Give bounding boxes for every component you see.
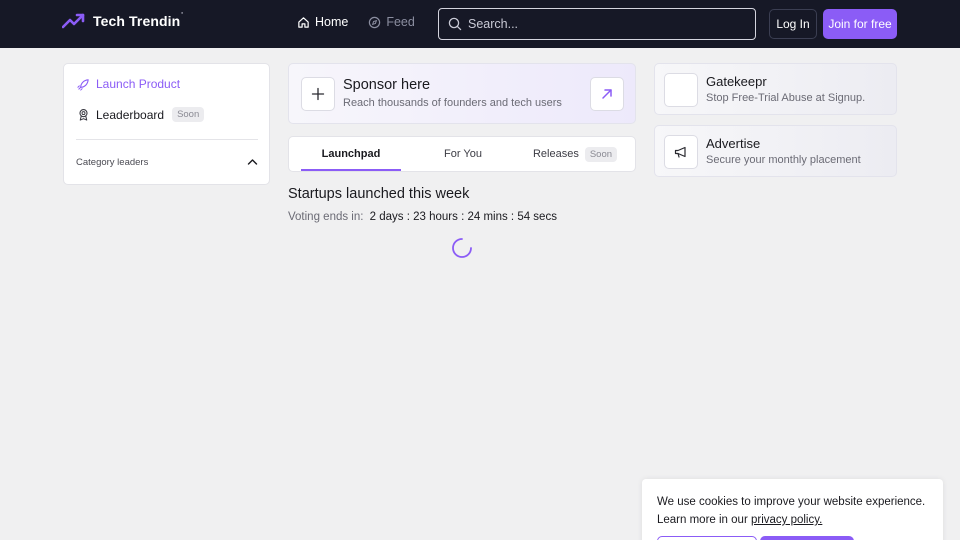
category-leaders-toggle[interactable]: Category leaders — [76, 157, 148, 168]
tab-releases[interactable]: Releases Soon — [525, 137, 625, 171]
cookie-accept-button[interactable] — [760, 536, 854, 540]
advertise-subtitle: Secure your monthly placement — [706, 154, 861, 166]
nav-feed-label: Feed — [386, 15, 415, 29]
voting-timer: 2 days : 23 hours : 24 mins : 54 secs — [369, 211, 557, 223]
gatekeepr-logo — [664, 73, 698, 107]
award-icon — [77, 108, 90, 121]
join-button[interactable]: Join for free — [823, 9, 897, 39]
compass-icon — [368, 16, 381, 29]
chevron-up-icon[interactable] — [247, 158, 258, 166]
tab-releases-label: Releases — [532, 148, 579, 160]
search-box[interactable] — [438, 8, 756, 40]
search-icon — [448, 17, 462, 31]
home-icon — [297, 16, 310, 29]
brand-name: Tech Trendin' — [93, 12, 184, 29]
sidebar-item-launch-product[interactable]: Launch Product — [77, 77, 180, 91]
feed-tabs: Launchpad For You Releases Soon — [288, 136, 636, 172]
cookie-decline-button[interactable] — [657, 536, 757, 540]
cookie-message: We use cookies to improve your website e… — [657, 493, 932, 529]
tab-for-you-label: For You — [444, 148, 482, 160]
sponsor-open-button[interactable] — [590, 77, 624, 111]
section-title: Startups launched this week — [288, 186, 470, 202]
brand-mark: ' — [181, 12, 184, 19]
soon-badge: Soon — [172, 107, 205, 122]
advertise-card[interactable]: Advertise Secure your monthly placement — [654, 125, 897, 177]
sponsor-add-button[interactable] — [301, 77, 335, 111]
cookie-banner: We use cookies to improve your website e… — [642, 479, 943, 540]
sponsor-title: Sponsor here — [343, 77, 431, 93]
nav-home-label: Home — [315, 15, 349, 29]
sponsor-card[interactable]: Sponsor here Reach thousands of founders… — [288, 63, 636, 124]
cookie-line-1: We use cookies to improve your website e… — [657, 496, 926, 508]
privacy-policy-link[interactable]: privacy policy. — [751, 514, 822, 526]
search-input[interactable] — [468, 17, 748, 31]
tab-for-you[interactable]: For You — [413, 137, 513, 171]
sidebar-item-launch-label: Launch Product — [96, 77, 181, 91]
brand-logo[interactable]: Tech Trendin' — [62, 12, 184, 29]
login-button[interactable]: Log In — [769, 9, 817, 39]
plus-icon — [311, 87, 325, 101]
sponsor-subtitle: Reach thousands of founders and tech use… — [343, 97, 562, 109]
cookie-line-2: Learn more in our privacy policy. — [657, 511, 932, 529]
gatekeepr-subtitle: Stop Free-Trial Abuse at Signup. — [706, 92, 866, 104]
arrow-up-right-icon — [601, 88, 613, 100]
top-navbar: Tech Trendin' Home Feed Log In Join for … — [0, 0, 960, 48]
sidebar-item-leaderboard-label: Leaderboard — [96, 107, 165, 122]
sidebar-item-leaderboard[interactable]: Leaderboard Soon — [77, 107, 205, 122]
nav-home[interactable]: Home — [297, 15, 348, 29]
loading-spinner-icon — [450, 236, 474, 260]
voting-countdown: Voting ends in: 2 days : 23 hours : 24 m… — [288, 211, 557, 223]
rocket-icon — [77, 78, 90, 91]
tab-launchpad[interactable]: Launchpad — [301, 137, 401, 171]
megaphone-icon — [674, 146, 689, 159]
trending-up-icon — [62, 13, 85, 29]
sidebar-divider — [76, 139, 258, 140]
voting-label: Voting ends in: — [288, 211, 364, 223]
left-sidebar: Launch Product Leaderboard Soon Category… — [63, 63, 270, 185]
gatekeepr-title: Gatekeepr — [706, 74, 767, 89]
main-nav: Home Feed — [297, 15, 415, 29]
advertise-icon-box — [664, 135, 698, 169]
gatekeepr-card[interactable]: Gatekeepr Stop Free-Trial Abuse at Signu… — [654, 63, 897, 115]
soon-badge: Soon — [584, 146, 618, 162]
advertise-title: Advertise — [706, 136, 761, 151]
nav-feed[interactable]: Feed — [368, 15, 415, 29]
tab-launchpad-label: Launchpad — [321, 148, 381, 160]
cookie-line-2-prefix: Learn more in our — [657, 514, 751, 526]
